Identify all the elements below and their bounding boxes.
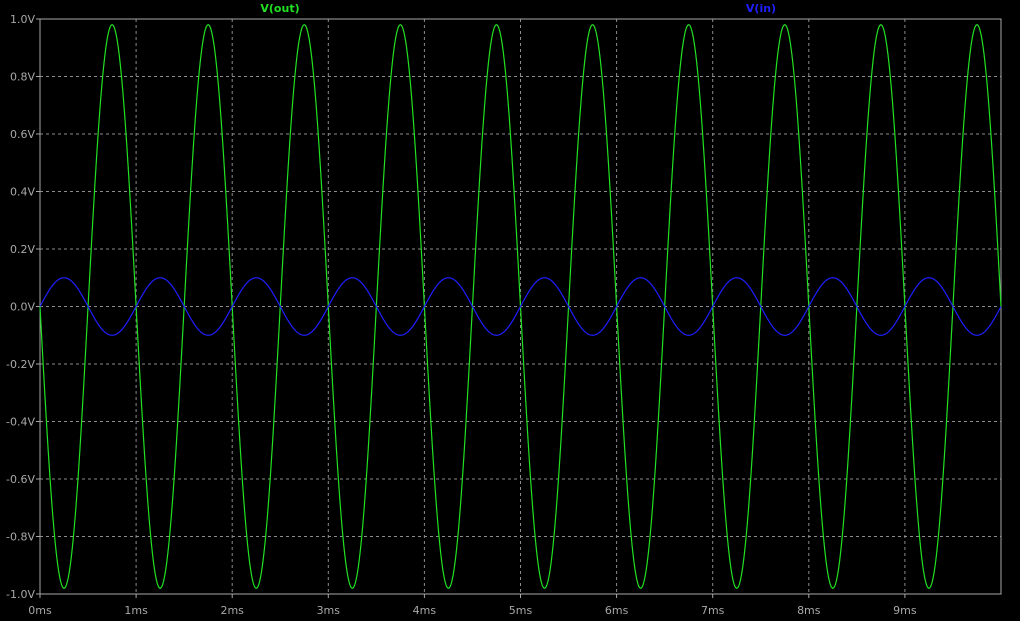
y-tick-label: 0.8V <box>10 71 35 84</box>
y-tick-label: -0.8V <box>6 531 35 544</box>
x-tick-label: 8ms <box>797 604 821 617</box>
x-tick-label: 7ms <box>701 604 725 617</box>
y-tick-label: 0.4V <box>10 186 35 199</box>
plot-canvas[interactable]: 0ms 1ms 2ms 3ms 4ms 5ms 6ms 7ms 8ms 9ms 1.0V 0.8V 0.… <box>0 0 1020 621</box>
y-tick-label: -0.4V <box>6 416 35 429</box>
y-tick-label: 0.0V <box>10 301 35 314</box>
x-tick-label: 4ms <box>413 604 437 617</box>
x-tick-label: 1ms <box>124 604 148 617</box>
legend-v-in[interactable]: V(in) <box>746 2 776 15</box>
x-tick-label: 0ms <box>28 604 52 617</box>
y-tick-label: 1.0V <box>10 13 35 26</box>
x-tick-label: 9ms <box>893 604 917 617</box>
x-tick-label: 2ms <box>220 604 244 617</box>
y-tick-label: -1.0V <box>6 588 35 601</box>
x-tick-label: 6ms <box>605 604 629 617</box>
waveform-viewer[interactable]: 0ms 1ms 2ms 3ms 4ms 5ms 6ms 7ms 8ms 9ms 1.0V 0.8V 0.… <box>0 0 1020 621</box>
legend-v-out[interactable]: V(out) <box>260 2 299 15</box>
axis-ticks: 0ms 1ms 2ms 3ms 4ms 5ms 6ms 7ms 8ms 9ms 1.0V 0.8V 0.… <box>6 13 917 617</box>
y-tick-label: -0.6V <box>6 473 35 486</box>
y-tick-label: -0.2V <box>6 358 35 371</box>
x-tick-label: 3ms <box>317 604 341 617</box>
y-tick-label: 0.2V <box>10 243 35 256</box>
y-tick-label: 0.6V <box>10 128 35 141</box>
x-tick-label: 5ms <box>509 604 533 617</box>
